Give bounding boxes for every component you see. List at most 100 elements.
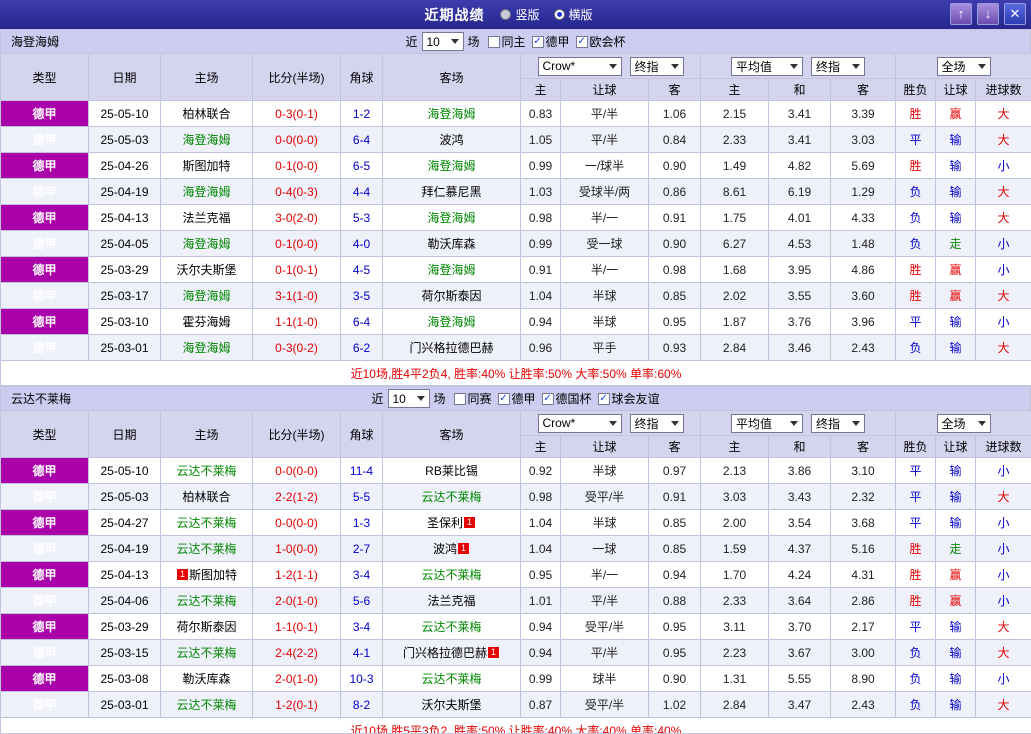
section-header: 云达不莱梅 近 10 场 同赛 德甲 德国杯 球会友谊: [0, 386, 1031, 410]
score-cell: 0-3(0-1): [252, 100, 341, 127]
filter-checkbox-option[interactable]: 欧会杯: [575, 33, 626, 50]
league-cell: 德甲: [0, 100, 89, 127]
odds-handicap-cell: 受平/半: [560, 483, 649, 510]
league-cell: 德甲: [0, 178, 89, 205]
match-row: 德甲 25-03-08 勒沃库森 2-0(1-0) 10-3 云达不莱梅 0.99 球半 0.9…: [0, 665, 1031, 692]
result-handicap-cell: 输: [935, 204, 976, 231]
col-home: 主场: [160, 410, 253, 458]
chevron-down-icon: [416, 396, 425, 401]
avg-draw-cell: 3.54: [768, 509, 831, 536]
chevron-down-icon: [450, 39, 459, 44]
filter-checkbox-option[interactable]: 德甲: [497, 390, 536, 407]
checkbox-icon[interactable]: [487, 35, 500, 48]
score-cell: 0-0(0-0): [252, 126, 341, 153]
away-team-cell: 海登海姆: [382, 204, 521, 231]
team-name: 海登海姆: [182, 289, 231, 303]
odds-company-select[interactable]: Crow*: [537, 56, 622, 76]
team-name: 海登海姆: [427, 107, 476, 121]
avg-away-cell: 1.48: [830, 230, 896, 257]
radio-icon[interactable]: [500, 9, 512, 20]
date-cell: 25-03-15: [88, 639, 161, 666]
checkbox-icon[interactable]: [575, 35, 588, 48]
home-team-cell: 霍芬海姆: [160, 308, 253, 335]
layout-radio-vertical[interactable]: 竖版: [500, 6, 540, 23]
matches-body: 德甲 25-05-10 柏林联合 0-3(0-1) 1-2 海登海姆 0.83 平/半 1.06…: [0, 100, 1031, 361]
odds-home-cell: 0.94: [520, 639, 561, 666]
checkbox-icon[interactable]: [597, 392, 610, 405]
corner-cell: 6-4: [340, 126, 383, 153]
avg-odds-time-select[interactable]: 终指: [811, 56, 865, 76]
odds-time-select[interactable]: 终指: [629, 56, 684, 76]
team-name: 勒沃库森: [427, 237, 476, 251]
filter-checkbox-option[interactable]: 同主: [487, 33, 526, 50]
result-handicap-cell: 输: [935, 308, 976, 335]
match-count-select[interactable]: 10: [421, 32, 464, 51]
checkbox-icon[interactable]: [453, 392, 466, 405]
col-score: 比分(半场): [252, 410, 341, 458]
radio-icon[interactable]: [553, 9, 565, 20]
away-team-cell: 波鸿: [382, 126, 521, 153]
odds-time-select[interactable]: 终指: [629, 413, 684, 433]
home-team-cell: 云达不莱梅: [160, 639, 253, 666]
odds-company-select[interactable]: Crow*: [537, 413, 622, 433]
odds-handicap-cell: 半/一: [560, 561, 649, 588]
scroll-down-button[interactable]: ↓: [977, 3, 999, 25]
radio-label: 竖版: [515, 8, 540, 22]
filter-option-label: 球会友谊: [611, 392, 660, 406]
col-corner: 角球: [340, 53, 383, 101]
result-wdl-cell: 胜: [895, 587, 936, 614]
odds-away-cell: 0.94: [648, 561, 701, 588]
result-goals-cell: 大: [974, 282, 1031, 309]
league-cell: 德甲: [0, 152, 89, 179]
col-avg-home: 主: [700, 78, 769, 101]
titlebar: 近期战绩 竖版 横版 ↑ ↓ ✕: [0, 0, 1031, 29]
chevron-down-icon: [852, 420, 860, 426]
odds-handicap-cell: 一/球半: [560, 152, 649, 179]
layout-radio-horizontal[interactable]: 横版: [553, 6, 593, 23]
team-name: 海登海姆: [427, 159, 476, 173]
avg-odds-time-select[interactable]: 终指: [811, 413, 865, 433]
team-name: 云达不莱梅: [176, 542, 237, 556]
avg-draw-cell: 4.82: [768, 152, 831, 179]
corner-cell: 1-3: [340, 509, 383, 536]
avg-away-cell: 2.17: [830, 613, 896, 640]
team-name: 云达不莱梅: [176, 594, 237, 608]
team-name: 海登海姆: [182, 185, 231, 199]
result-handicap-cell: 赢: [935, 282, 976, 309]
odds-handicap-cell: 半球: [560, 457, 649, 484]
avg-odds-select[interactable]: 平均值: [731, 413, 803, 433]
corner-cell: 4-5: [340, 256, 383, 283]
avg-home-cell: 2.13: [700, 457, 769, 484]
close-button[interactable]: ✕: [1004, 3, 1026, 25]
result-scope-select[interactable]: 全场: [936, 56, 991, 76]
checkbox-icon[interactable]: [497, 392, 510, 405]
match-count-select[interactable]: 10: [387, 389, 430, 408]
team-name: 云达不莱梅: [176, 464, 237, 478]
team-name: 云达不莱梅: [176, 646, 237, 660]
team-name: 沃尔夫斯堡: [176, 263, 237, 277]
date-cell: 25-04-27: [88, 509, 161, 536]
scroll-up-button[interactable]: ↑: [950, 3, 972, 25]
result-goals-cell: 小: [974, 230, 1031, 257]
odds-home-cell: 0.98: [520, 204, 561, 231]
result-handicap-cell: 赢: [935, 587, 976, 614]
checkbox-icon[interactable]: [541, 392, 554, 405]
team-name: 圣保利: [426, 516, 463, 530]
red-card-badge: 1: [458, 543, 469, 554]
match-count-value: 10: [426, 34, 440, 49]
odds-home-cell: 1.01: [520, 587, 561, 614]
odds-home-cell: 1.05: [520, 126, 561, 153]
filter-checkbox-option[interactable]: 德国杯: [541, 390, 592, 407]
home-team-cell: 荷尔斯泰因: [160, 613, 253, 640]
avg-draw-cell: 3.76: [768, 308, 831, 335]
filter-checkbox-option[interactable]: 德甲: [531, 33, 570, 50]
checkbox-icon[interactable]: [531, 35, 544, 48]
avg-draw-cell: 4.01: [768, 204, 831, 231]
result-scope-select[interactable]: 全场: [936, 413, 991, 433]
avg-odds-select[interactable]: 平均值: [731, 56, 803, 76]
corner-cell: 11-4: [340, 457, 383, 484]
recent-results-panel: 近期战绩 竖版 横版 ↑ ↓ ✕ 海登海姆 近 10 场 同主德甲欧会: [0, 0, 1031, 734]
filter-checkbox-option[interactable]: 球会友谊: [597, 390, 660, 407]
home-team-cell: 云达不莱梅: [160, 691, 253, 718]
filter-checkbox-option[interactable]: 同赛: [453, 390, 492, 407]
